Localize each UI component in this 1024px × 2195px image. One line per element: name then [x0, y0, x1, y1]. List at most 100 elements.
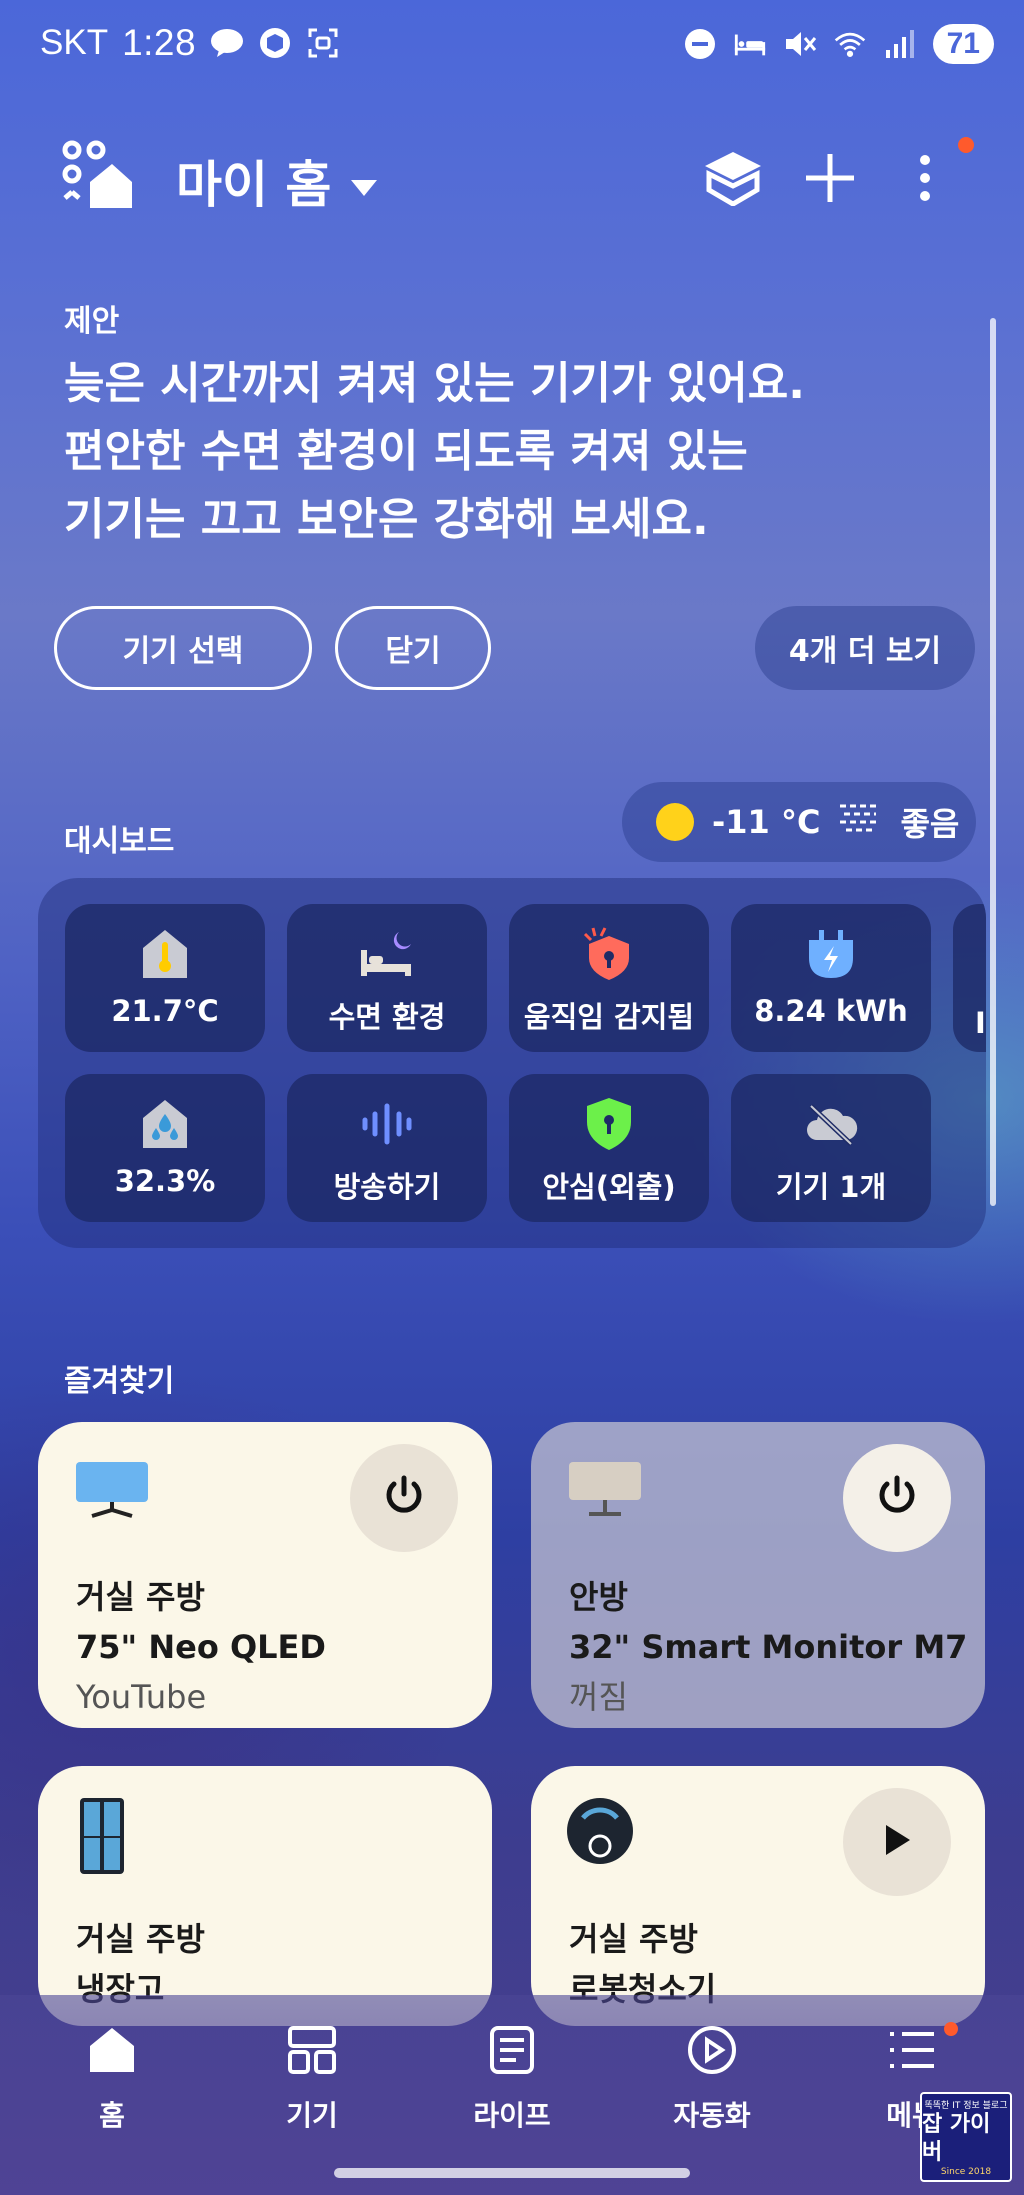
menu-notification-dot: [944, 2022, 958, 2036]
favorite-card-robot-vacuum[interactable]: 거실 주방 로봇청소기: [531, 1766, 985, 2026]
power-icon: [875, 1474, 919, 1522]
broadcast-label: 방송하기: [333, 1170, 441, 1204]
energy-label: 8.24 kWh: [754, 994, 908, 1028]
favorite-card-tv[interactable]: 거실 주방 75" Neo QLED YouTube: [38, 1422, 492, 1728]
humidity-label: 32.3%: [114, 1164, 216, 1198]
card-device: 75" Neo QLED: [76, 1628, 326, 1666]
chevron-down-icon: [349, 152, 379, 210]
notification-dot: [958, 137, 974, 153]
watermark-logo: 똑똑한 IT 정보 블로그 잡 가이버 Since 2018: [920, 2092, 1012, 2182]
humidity-home-icon: [137, 1096, 193, 1152]
automation-icon: [682, 2020, 742, 2080]
nav-devices[interactable]: 기기: [242, 2020, 382, 2134]
weather-widget[interactable]: -11 °C 좋음: [622, 782, 976, 862]
robot-vacuum-icon: [565, 1796, 645, 1876]
home-icon: [82, 2020, 142, 2080]
nav-automation[interactable]: 자동화: [642, 2020, 782, 2134]
favorites-label: 즐겨찾기: [64, 1364, 175, 1399]
add-button[interactable]: [795, 145, 865, 215]
suggestion-line-3: 기기는 끄고 보안은 강화해 보세요.: [64, 494, 709, 545]
energy-tile[interactable]: 8.24 kWh: [731, 904, 931, 1052]
signal-icon: [883, 27, 917, 61]
card-room: 거실 주방: [76, 1578, 205, 1616]
nav-life-label: 라이프: [473, 2099, 551, 2132]
dashboard-label: 대시보드: [64, 824, 175, 859]
sleep-environment-tile[interactable]: 수면 환경: [287, 904, 487, 1052]
thermometer-home-icon: [137, 926, 193, 982]
plus-icon: [804, 152, 856, 208]
suggestion-line-1: 늦은 시간까지 켜져 있는 기기가 있어요.: [64, 358, 805, 409]
more-options-button[interactable]: [890, 145, 960, 215]
power-icon: [382, 1474, 426, 1522]
favorite-card-monitor[interactable]: 안방 32" Smart Monitor M7 꺼짐: [531, 1422, 985, 1728]
sleep-environment-label: 수면 환경: [328, 1000, 446, 1034]
menu-icon: [882, 2020, 942, 2080]
scrollbar[interactable]: [990, 318, 996, 1206]
nav-life[interactable]: 라이프: [442, 2020, 582, 2134]
temperature-tile[interactable]: 21.7°C: [65, 904, 265, 1052]
offline-devices-tile[interactable]: 기기 1개: [731, 1074, 931, 1222]
nav-home-label: 홈: [99, 2099, 125, 2132]
battery-indicator: 71: [932, 24, 994, 64]
3d-map-button[interactable]: [698, 145, 768, 215]
dashboard-panel: 21.7°C 수면 환경 움직임 감지됨 8.24 kWh I 32.3% 방송…: [38, 878, 986, 1248]
energy-plug-icon: [803, 926, 859, 982]
home-indicator[interactable]: [334, 2168, 690, 2178]
nav-devices-label: 기기: [286, 2099, 338, 2132]
partial-tile-label: I: [975, 1006, 986, 1040]
partial-tile[interactable]: I: [953, 904, 986, 1052]
humidity-tile[interactable]: 32.3%: [65, 1074, 265, 1222]
motion-detected-tile[interactable]: 움직임 감지됨: [509, 904, 709, 1052]
close-suggestion-button[interactable]: 닫기: [335, 606, 491, 690]
sleep-mode-icon: [733, 27, 767, 61]
motion-detected-label: 움직임 감지됨: [523, 1000, 695, 1034]
bed-moon-icon: [359, 926, 415, 982]
card-device: 32" Smart Monitor M7: [569, 1628, 968, 1666]
offline-devices-label: 기기 1개: [775, 1170, 887, 1204]
card-room: 거실 주방: [76, 1920, 205, 1958]
suggestion-label: 제안: [64, 304, 120, 339]
weather-temperature: -11 °C: [712, 803, 821, 841]
soundwave-icon: [359, 1096, 415, 1152]
refrigerator-icon: [72, 1796, 152, 1876]
clock: 1:28: [122, 22, 197, 63]
cube-home-icon: [703, 150, 763, 210]
home-title: 마이 홈: [176, 156, 332, 214]
lock-shield-icon: [581, 1096, 637, 1152]
air-quality-icon: [838, 802, 882, 842]
card-room: 안방: [569, 1578, 628, 1616]
air-quality-label: 좋음: [900, 805, 960, 843]
home-selector[interactable]: 마이 홈: [176, 145, 379, 217]
security-away-tile[interactable]: 안심(외출): [509, 1074, 709, 1222]
monitor-power-button[interactable]: [843, 1444, 951, 1552]
monitor-icon: [565, 1458, 645, 1538]
watermark-bottom: Since 2018: [940, 2166, 992, 2177]
card-room: 거실 주방: [569, 1920, 698, 1958]
dnd-icon: [683, 27, 717, 61]
favorite-card-refrigerator[interactable]: 거실 주방 냉장고: [38, 1766, 492, 2026]
cube-notification-icon: [258, 26, 292, 60]
suggestion-message: 늦은 시간까지 켜져 있는 기기가 있어요. 편안한 수면 환경이 되도록 켜져…: [64, 350, 964, 554]
nav-home[interactable]: 홈: [42, 2020, 182, 2134]
more-vertical-icon: [919, 154, 931, 206]
robot-vacuum-play-button[interactable]: [843, 1788, 951, 1896]
play-icon: [882, 1823, 912, 1861]
card-status: YouTube: [76, 1678, 207, 1716]
status-bar-right: 71: [683, 24, 994, 64]
screenshot-icon: [306, 26, 340, 60]
tv-icon: [72, 1458, 152, 1538]
temperature-label: 21.7°C: [111, 994, 219, 1028]
tv-power-button[interactable]: [350, 1444, 458, 1552]
broadcast-tile[interactable]: 방송하기: [287, 1074, 487, 1222]
carrier-label: SKT: [40, 23, 109, 62]
nav-automation-label: 자동화: [673, 2099, 751, 2132]
sun-icon: [656, 803, 694, 841]
smartthings-home-logo-icon[interactable]: [62, 140, 132, 210]
security-away-label: 안심(외출): [542, 1170, 676, 1204]
suggestion-line-2: 편안한 수면 환경이 되도록 켜져 있는: [64, 426, 748, 477]
mute-icon: [783, 27, 817, 61]
card-status: 꺼짐: [569, 1678, 628, 1716]
select-device-button[interactable]: 기기 선택: [54, 606, 312, 690]
see-more-button[interactable]: 4개 더 보기: [755, 606, 975, 690]
life-icon: [482, 2020, 542, 2080]
